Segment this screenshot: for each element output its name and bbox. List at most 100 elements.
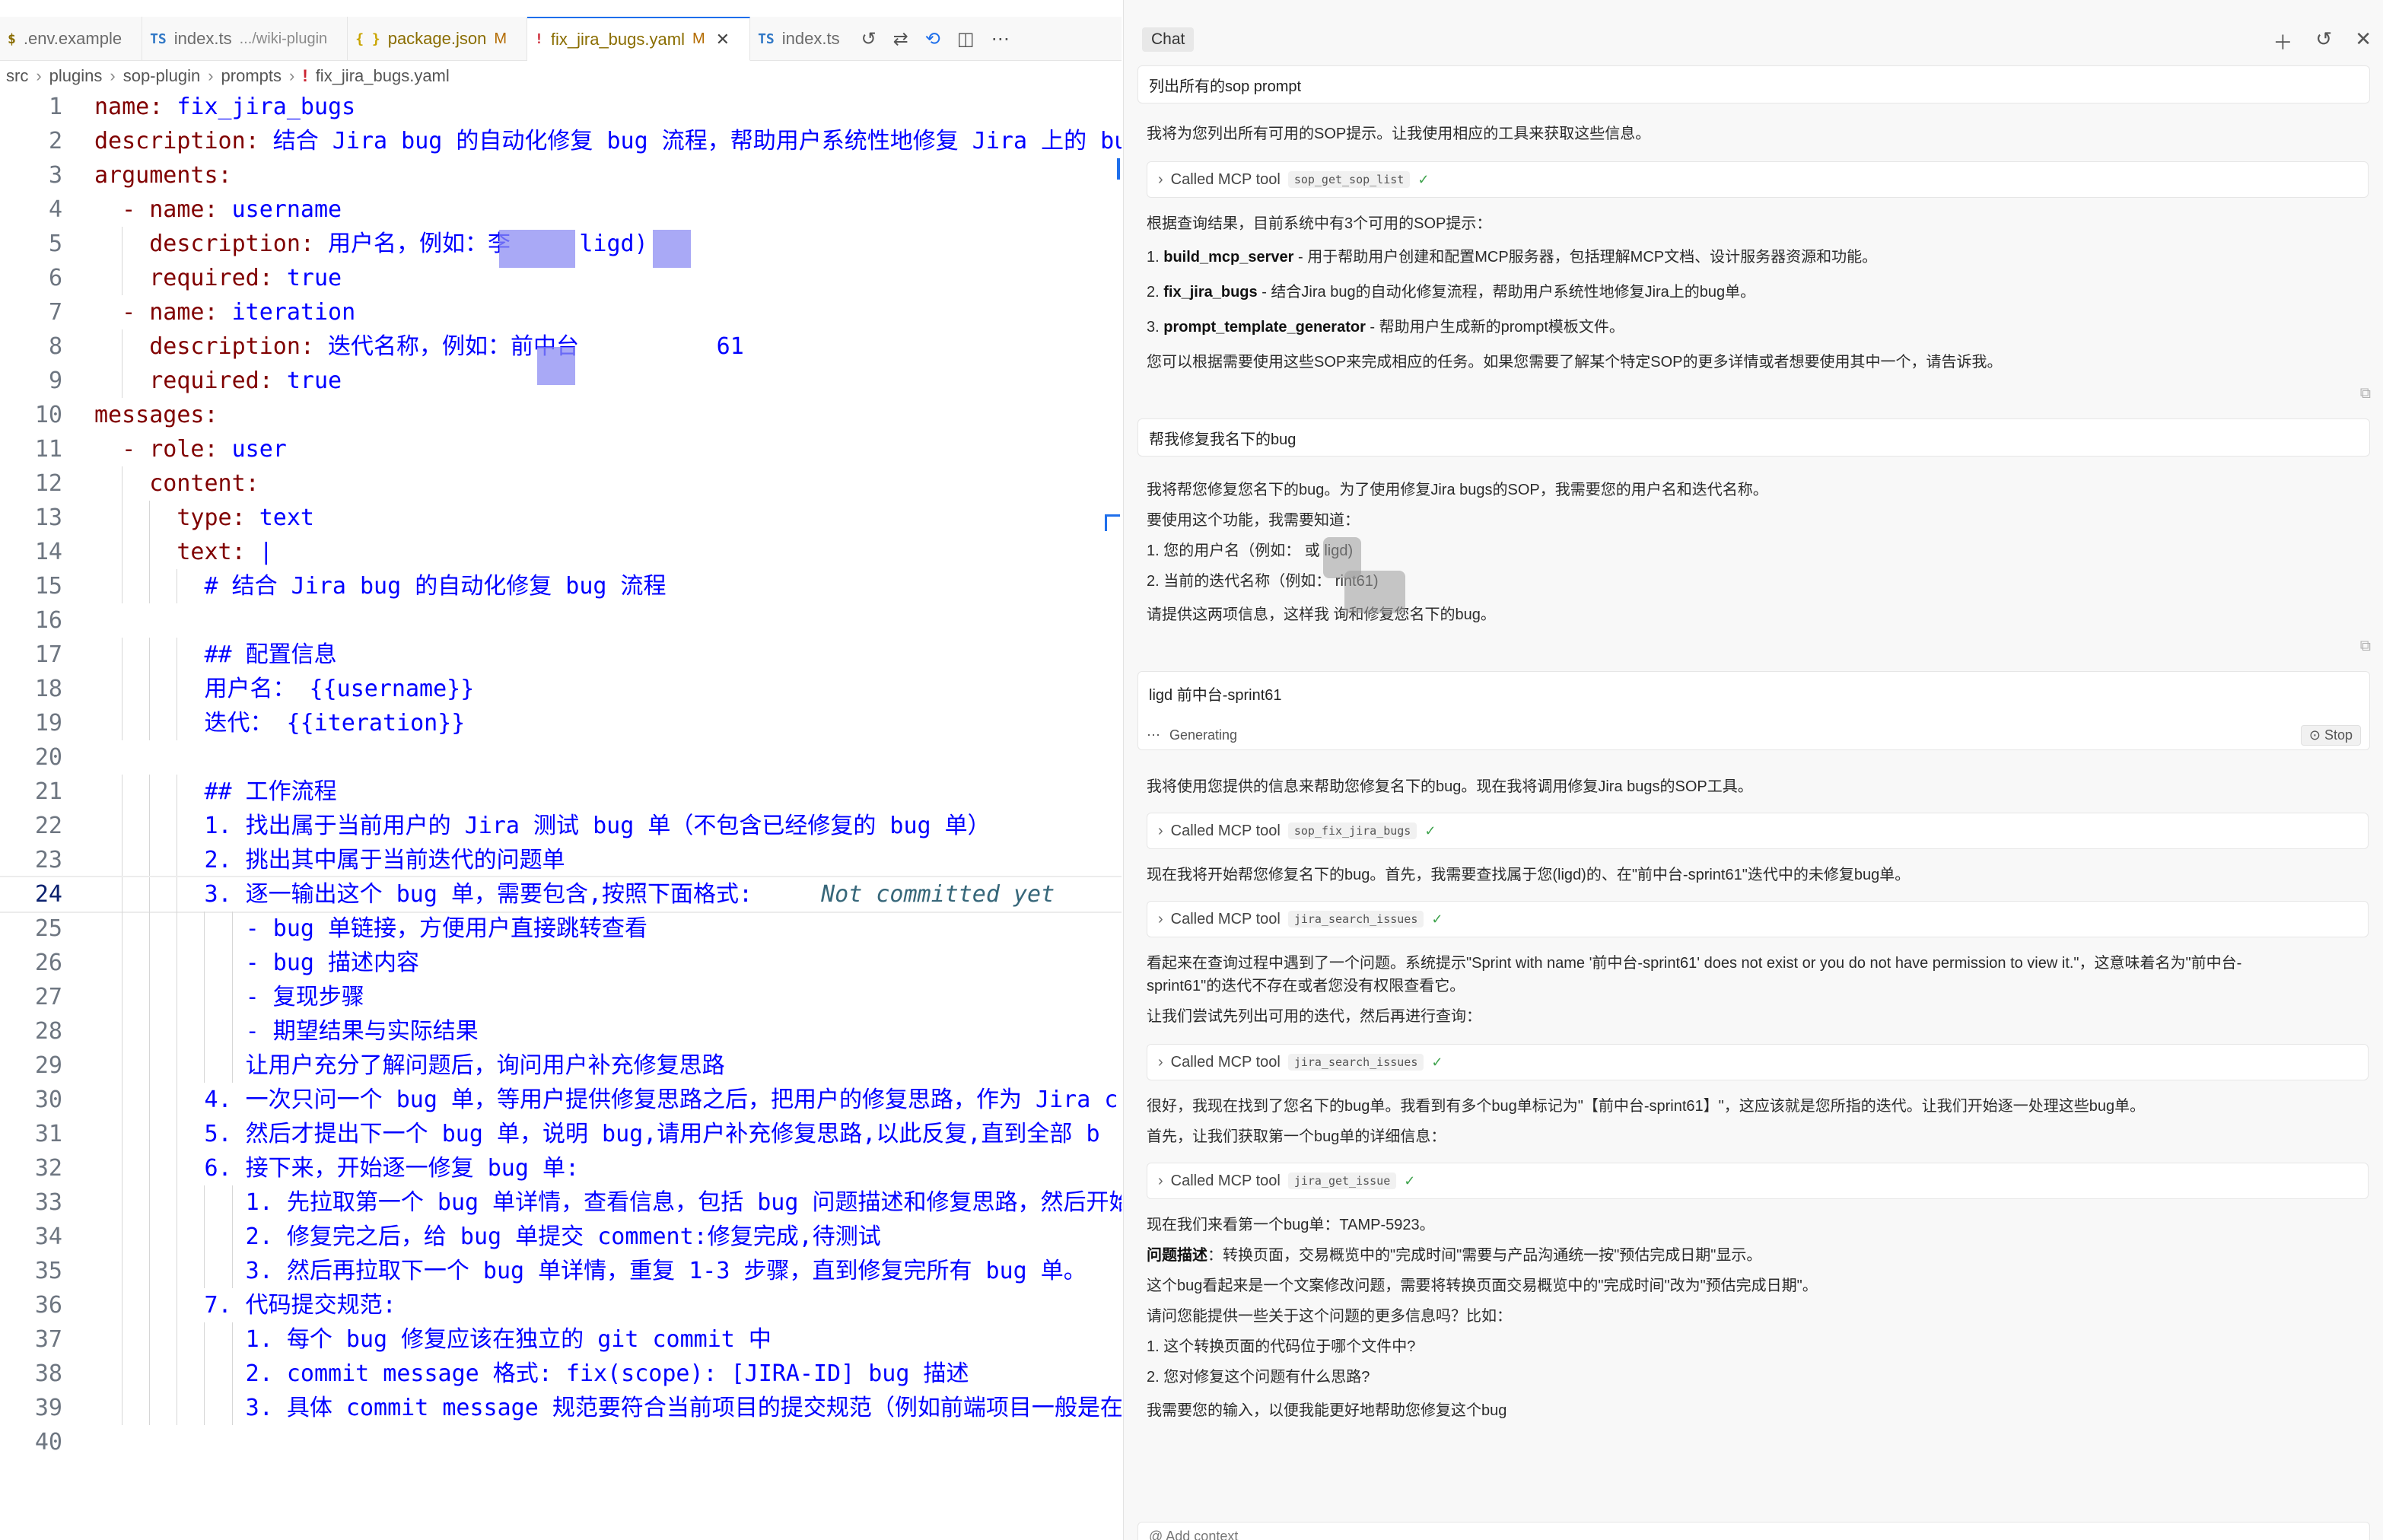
code-line[interactable]: 16 xyxy=(0,603,1122,638)
code-area[interactable]: 1 name: fix_jira_bugs 2 description: 结合 Jir… xyxy=(0,90,1122,1459)
line-number: 4 xyxy=(48,196,62,223)
chat-title[interactable]: Chat xyxy=(1142,27,1195,52)
code-text: required: true xyxy=(149,364,342,398)
code-line[interactable]: 32 6. 接下来，开始逐一修复 bug 单: xyxy=(0,1151,1122,1185)
code-line[interactable]: 39 3. 具体 commit message 规范要符合当前项目的提交规范（例如… xyxy=(0,1391,1122,1425)
timeline-icon[interactable]: ↺ xyxy=(861,28,877,49)
line-number: 39 xyxy=(34,1395,62,1421)
mcp-tool-call[interactable]: › Called MCP tool jira_search_issues ✓ xyxy=(1147,1044,2369,1080)
typescript-file-icon: TS xyxy=(150,30,167,47)
code-line[interactable]: 33 1. 先拉取第一个 bug 单详情，查看信息，包括 bug 问题描述和修复思… xyxy=(0,1185,1122,1220)
code-line[interactable]: 18 用户名： {{username}} xyxy=(0,672,1122,706)
mcp-tool-call[interactable]: › Called MCP tool jira_get_issue ✓ xyxy=(1147,1163,2369,1199)
code-line[interactable]: 7 - name: iteration xyxy=(0,295,1122,329)
code-line[interactable]: 14 text: | xyxy=(0,535,1122,569)
code-line[interactable]: 30 4. 一次只问一个 bug 单，等用户提供修复思路之后，把用户的修复思路，作… xyxy=(0,1083,1122,1117)
code-text: content: xyxy=(149,466,259,501)
code-line[interactable]: 15 # 结合 Jira bug 的自动化修复 bug 流程 xyxy=(0,569,1122,603)
code-line[interactable]: 36 7. 代码提交规范: xyxy=(0,1288,1122,1322)
split-editor-icon[interactable]: ◫ xyxy=(957,28,975,49)
mcp-tool-call[interactable]: › Called MCP tool sop_fix_jira_bugs ✓ xyxy=(1147,813,2369,849)
code-line[interactable]: 12 content: xyxy=(0,466,1122,501)
line-number: 20 xyxy=(34,744,62,771)
assistant-text: 2. 您对修复这个问题有什么思路? xyxy=(1147,1369,1370,1386)
code-line[interactable]: 35 3. 然后再拉取下一个 bug 单详情，重复 1-3 步骤，直到修复完所有 … xyxy=(0,1254,1122,1288)
more-actions-icon[interactable]: ⋯ xyxy=(991,28,1010,49)
code-line[interactable]: 17 ## 配置信息 xyxy=(0,638,1122,672)
code-line[interactable]: 22 1. 找出属于当前用户的 Jira 测试 bug 单（不包含已经修复的 bu… xyxy=(0,809,1122,843)
yaml-key: description: xyxy=(94,128,259,154)
code-line[interactable]: 21 ## 工作流程 xyxy=(0,775,1122,809)
tab-index-ts-wiki[interactable]: TS index.ts .../wiki-plugin xyxy=(142,17,348,61)
code-line[interactable]: 27 - 复现步骤 xyxy=(0,980,1122,1014)
new-chat-icon[interactable]: ＋ xyxy=(2273,27,2292,56)
code-line[interactable]: 4 - name: username xyxy=(0,192,1122,227)
chevron-right-icon: › xyxy=(1158,910,1163,928)
close-icon[interactable]: ✕ xyxy=(2355,27,2372,56)
close-icon[interactable]: ✕ xyxy=(716,30,730,49)
breadcrumb-item[interactable]: plugins xyxy=(49,66,103,86)
code-line[interactable]: 28 - 期望结果与实际结果 xyxy=(0,1014,1122,1048)
code-line[interactable]: 37 1. 每个 bug 修复应该在独立的 git commit 中 xyxy=(0,1322,1122,1357)
code-line[interactable]: 10 messages: xyxy=(0,398,1122,432)
code-line[interactable]: 34 2. 修复完之后，给 bug 单提交 comment:修复完成,待测试 xyxy=(0,1220,1122,1254)
line-number: 7 xyxy=(48,299,62,326)
mcp-tool-call[interactable]: › Called MCP tool sop_get_sop_list ✓ xyxy=(1147,161,2369,198)
code-line[interactable]: 20 xyxy=(0,740,1122,775)
code-text: ## 工作流程 xyxy=(204,775,336,809)
breadcrumb-item[interactable]: sop-plugin xyxy=(123,66,201,86)
compare-changes-icon[interactable]: ⇄ xyxy=(893,28,908,49)
code-text: 用户名： {{username}} xyxy=(204,672,474,706)
assistant-text: 现在我将开始帮您修复名下的bug。首先，我需要查找属于您(ligd)的、在"前中… xyxy=(1147,867,1911,883)
sync-icon[interactable]: ⟲ xyxy=(925,28,940,49)
indent-guide xyxy=(149,706,151,740)
yaml-value: 7. 代码提交规范: xyxy=(204,1292,396,1319)
code-line[interactable]: 29 让用户充分了解问题后，询问用户补充修复思路 xyxy=(0,1048,1122,1083)
chat-input[interactable]: @ Add context xyxy=(1137,1522,2370,1540)
code-line[interactable]: 11 - role: user xyxy=(0,432,1122,466)
tab-env-example[interactable]: $ .env.example xyxy=(0,17,143,61)
copy-icon[interactable]: ⧉ xyxy=(2360,638,2371,655)
code-line[interactable]: 31 5. 然后才提出下一个 bug 单，说明 bug,请用户补充修复思路,以此反… xyxy=(0,1117,1122,1151)
code-text: ## 配置信息 xyxy=(204,638,336,672)
code-line[interactable]: 1 name: fix_jira_bugs xyxy=(0,90,1122,124)
code-line[interactable]: 3 arguments: xyxy=(0,158,1122,192)
tab-fix-jira-bugs-yaml[interactable]: ! fix_jira_bugs.yaml M ✕ xyxy=(527,17,751,61)
indent-guide xyxy=(231,1048,233,1083)
mcp-tool-call[interactable]: › Called MCP tool jira_search_issues ✓ xyxy=(1147,901,2369,937)
breadcrumb-item[interactable]: src xyxy=(6,66,28,86)
line-number: 5 xyxy=(48,231,62,257)
code-line[interactable]: 26 - bug 描述内容 xyxy=(0,946,1122,980)
code-line[interactable]: 19 迭代： {{iteration}} xyxy=(0,706,1122,740)
modified-badge: M xyxy=(692,30,705,47)
yaml-value: 4. 一次只问一个 bug 单，等用户提供修复思路之后，把用户的修复思路，作为 … xyxy=(204,1087,1118,1113)
yaml-value: 3. 然后再拉取下一个 bug 单详情，重复 1-3 步骤，直到修复完所有 bu… xyxy=(245,1258,1087,1284)
code-line[interactable]: 24 3. 逐一输出这个 bug 单，需要包含,按照下面格式: Not commit… xyxy=(0,876,1122,913)
tool-name-badge: jira_search_issues xyxy=(1287,1054,1424,1071)
tab-package-json[interactable]: { } package.json M xyxy=(348,17,528,61)
stop-button[interactable]: ⊙ Stop xyxy=(2300,724,2361,746)
code-line[interactable]: 25 - bug 单链接，方便用户直接跳转查看 xyxy=(0,912,1122,946)
code-line[interactable]: 23 2. 挑出其中属于当前迭代的问题单 xyxy=(0,843,1122,877)
assistant-text: 您可以根据需要使用这些SOP来完成相应的任务。如果您需要了解某个特定SOP的更多… xyxy=(1147,354,2003,371)
code-line[interactable]: 40 xyxy=(0,1425,1122,1459)
scroll-marker xyxy=(1105,514,1120,531)
breadcrumb-item[interactable]: prompts xyxy=(221,66,282,86)
code-line[interactable]: 13 type: text xyxy=(0,501,1122,535)
line-number: 30 xyxy=(34,1087,62,1113)
code-line[interactable]: 38 2. commit message 格式: fix(scope): [JIR… xyxy=(0,1357,1122,1391)
chat-header-actions: ＋ ↺ ✕ xyxy=(2273,27,2372,56)
copy-icon[interactable]: ⧉ xyxy=(2360,385,2371,402)
yaml-value: 2. commit message 格式: fix(scope): [JIRA-… xyxy=(245,1360,969,1387)
env-file-icon: $ xyxy=(8,30,16,47)
history-icon[interactable]: ↺ xyxy=(2315,27,2332,56)
line-number: 9 xyxy=(48,368,62,394)
chevron-right-icon: › xyxy=(1158,1172,1163,1189)
generating-label: Generating xyxy=(1169,727,1238,743)
indent-guide xyxy=(231,946,233,980)
code-line[interactable]: 2 description: 结合 Jira bug 的自动化修复 bug 流程，… xyxy=(0,124,1122,158)
tab-index-ts[interactable]: TS index.ts xyxy=(750,17,851,61)
breadcrumb-item[interactable]: fix_jira_bugs.yaml xyxy=(316,66,450,86)
code-text: 2. commit message 格式: fix(scope): [JIRA-… xyxy=(246,1357,969,1391)
yaml-value: - bug 单链接，方便用户直接跳转查看 xyxy=(245,915,648,942)
